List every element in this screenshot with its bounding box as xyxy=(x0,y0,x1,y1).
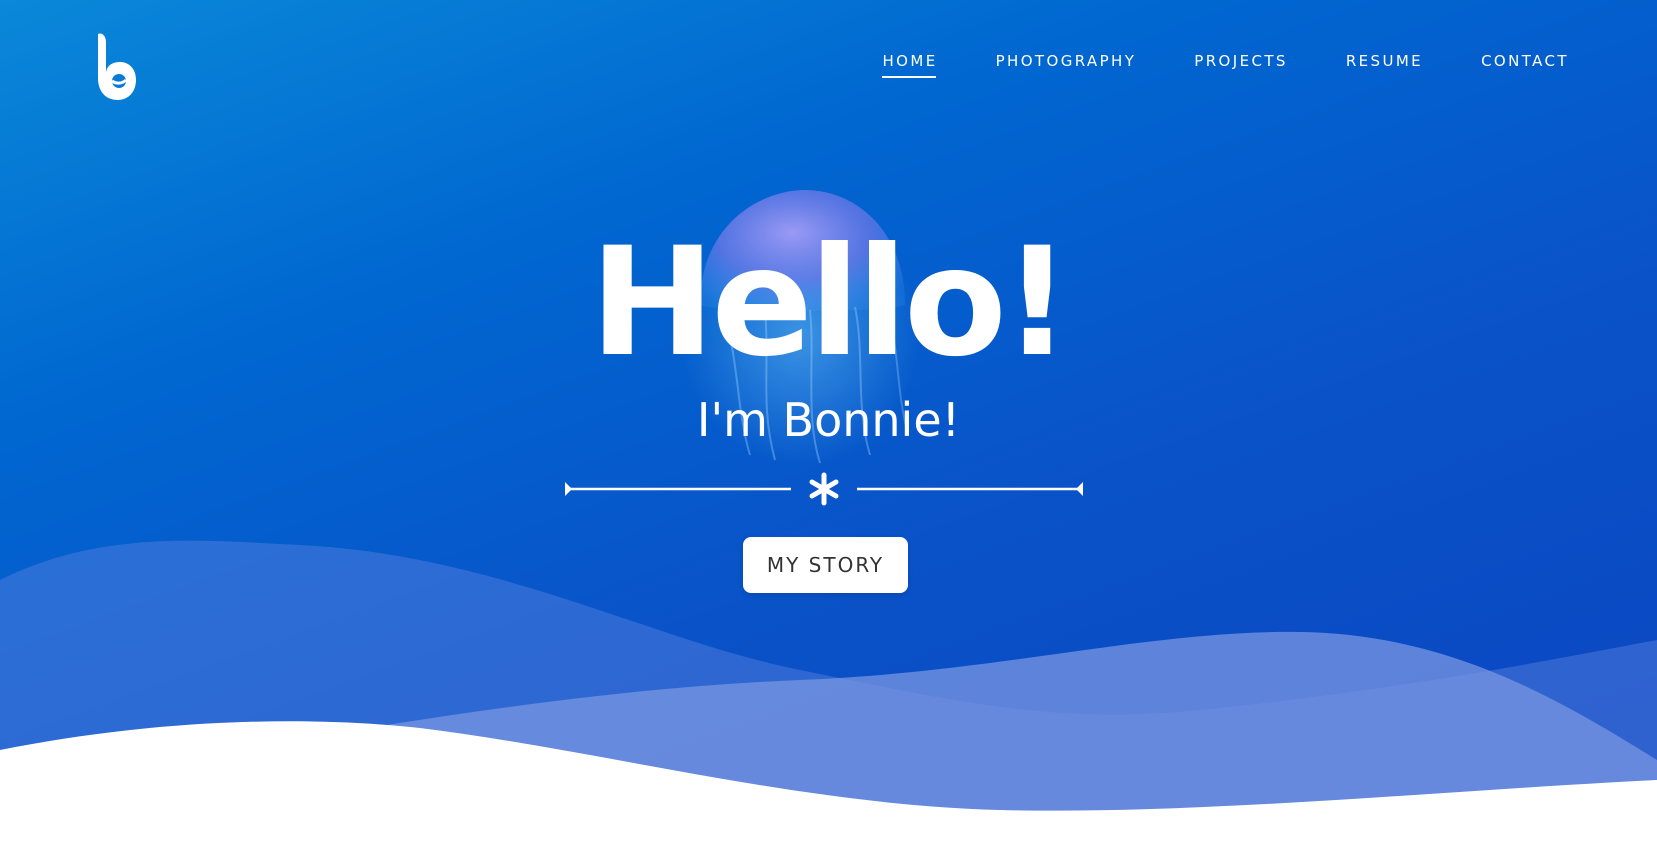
nav-item-resume[interactable]: RESUME xyxy=(1346,52,1423,78)
nav-item-contact[interactable]: CONTACT xyxy=(1481,52,1569,78)
nav-item-photography[interactable]: PHOTOGRAPHY xyxy=(996,52,1137,78)
page: HOME PHOTOGRAPHY PROJECTS RESUME CONTACT… xyxy=(0,0,1657,868)
nav-item-projects[interactable]: PROJECTS xyxy=(1194,52,1288,78)
hero-headline: Hello! xyxy=(589,216,1072,390)
hero-divider xyxy=(565,472,1083,506)
my-story-button[interactable]: MY STORY xyxy=(743,537,908,593)
b-logo-icon[interactable] xyxy=(92,30,138,102)
nav-item-home[interactable]: HOME xyxy=(882,52,937,78)
main-nav: HOME PHOTOGRAPHY PROJECTS RESUME CONTACT xyxy=(882,52,1569,78)
hero-section: HOME PHOTOGRAPHY PROJECTS RESUME CONTACT… xyxy=(0,0,1657,868)
asterisk-icon xyxy=(809,472,839,506)
hero-subheadline: I'm Bonnie! xyxy=(696,393,961,447)
